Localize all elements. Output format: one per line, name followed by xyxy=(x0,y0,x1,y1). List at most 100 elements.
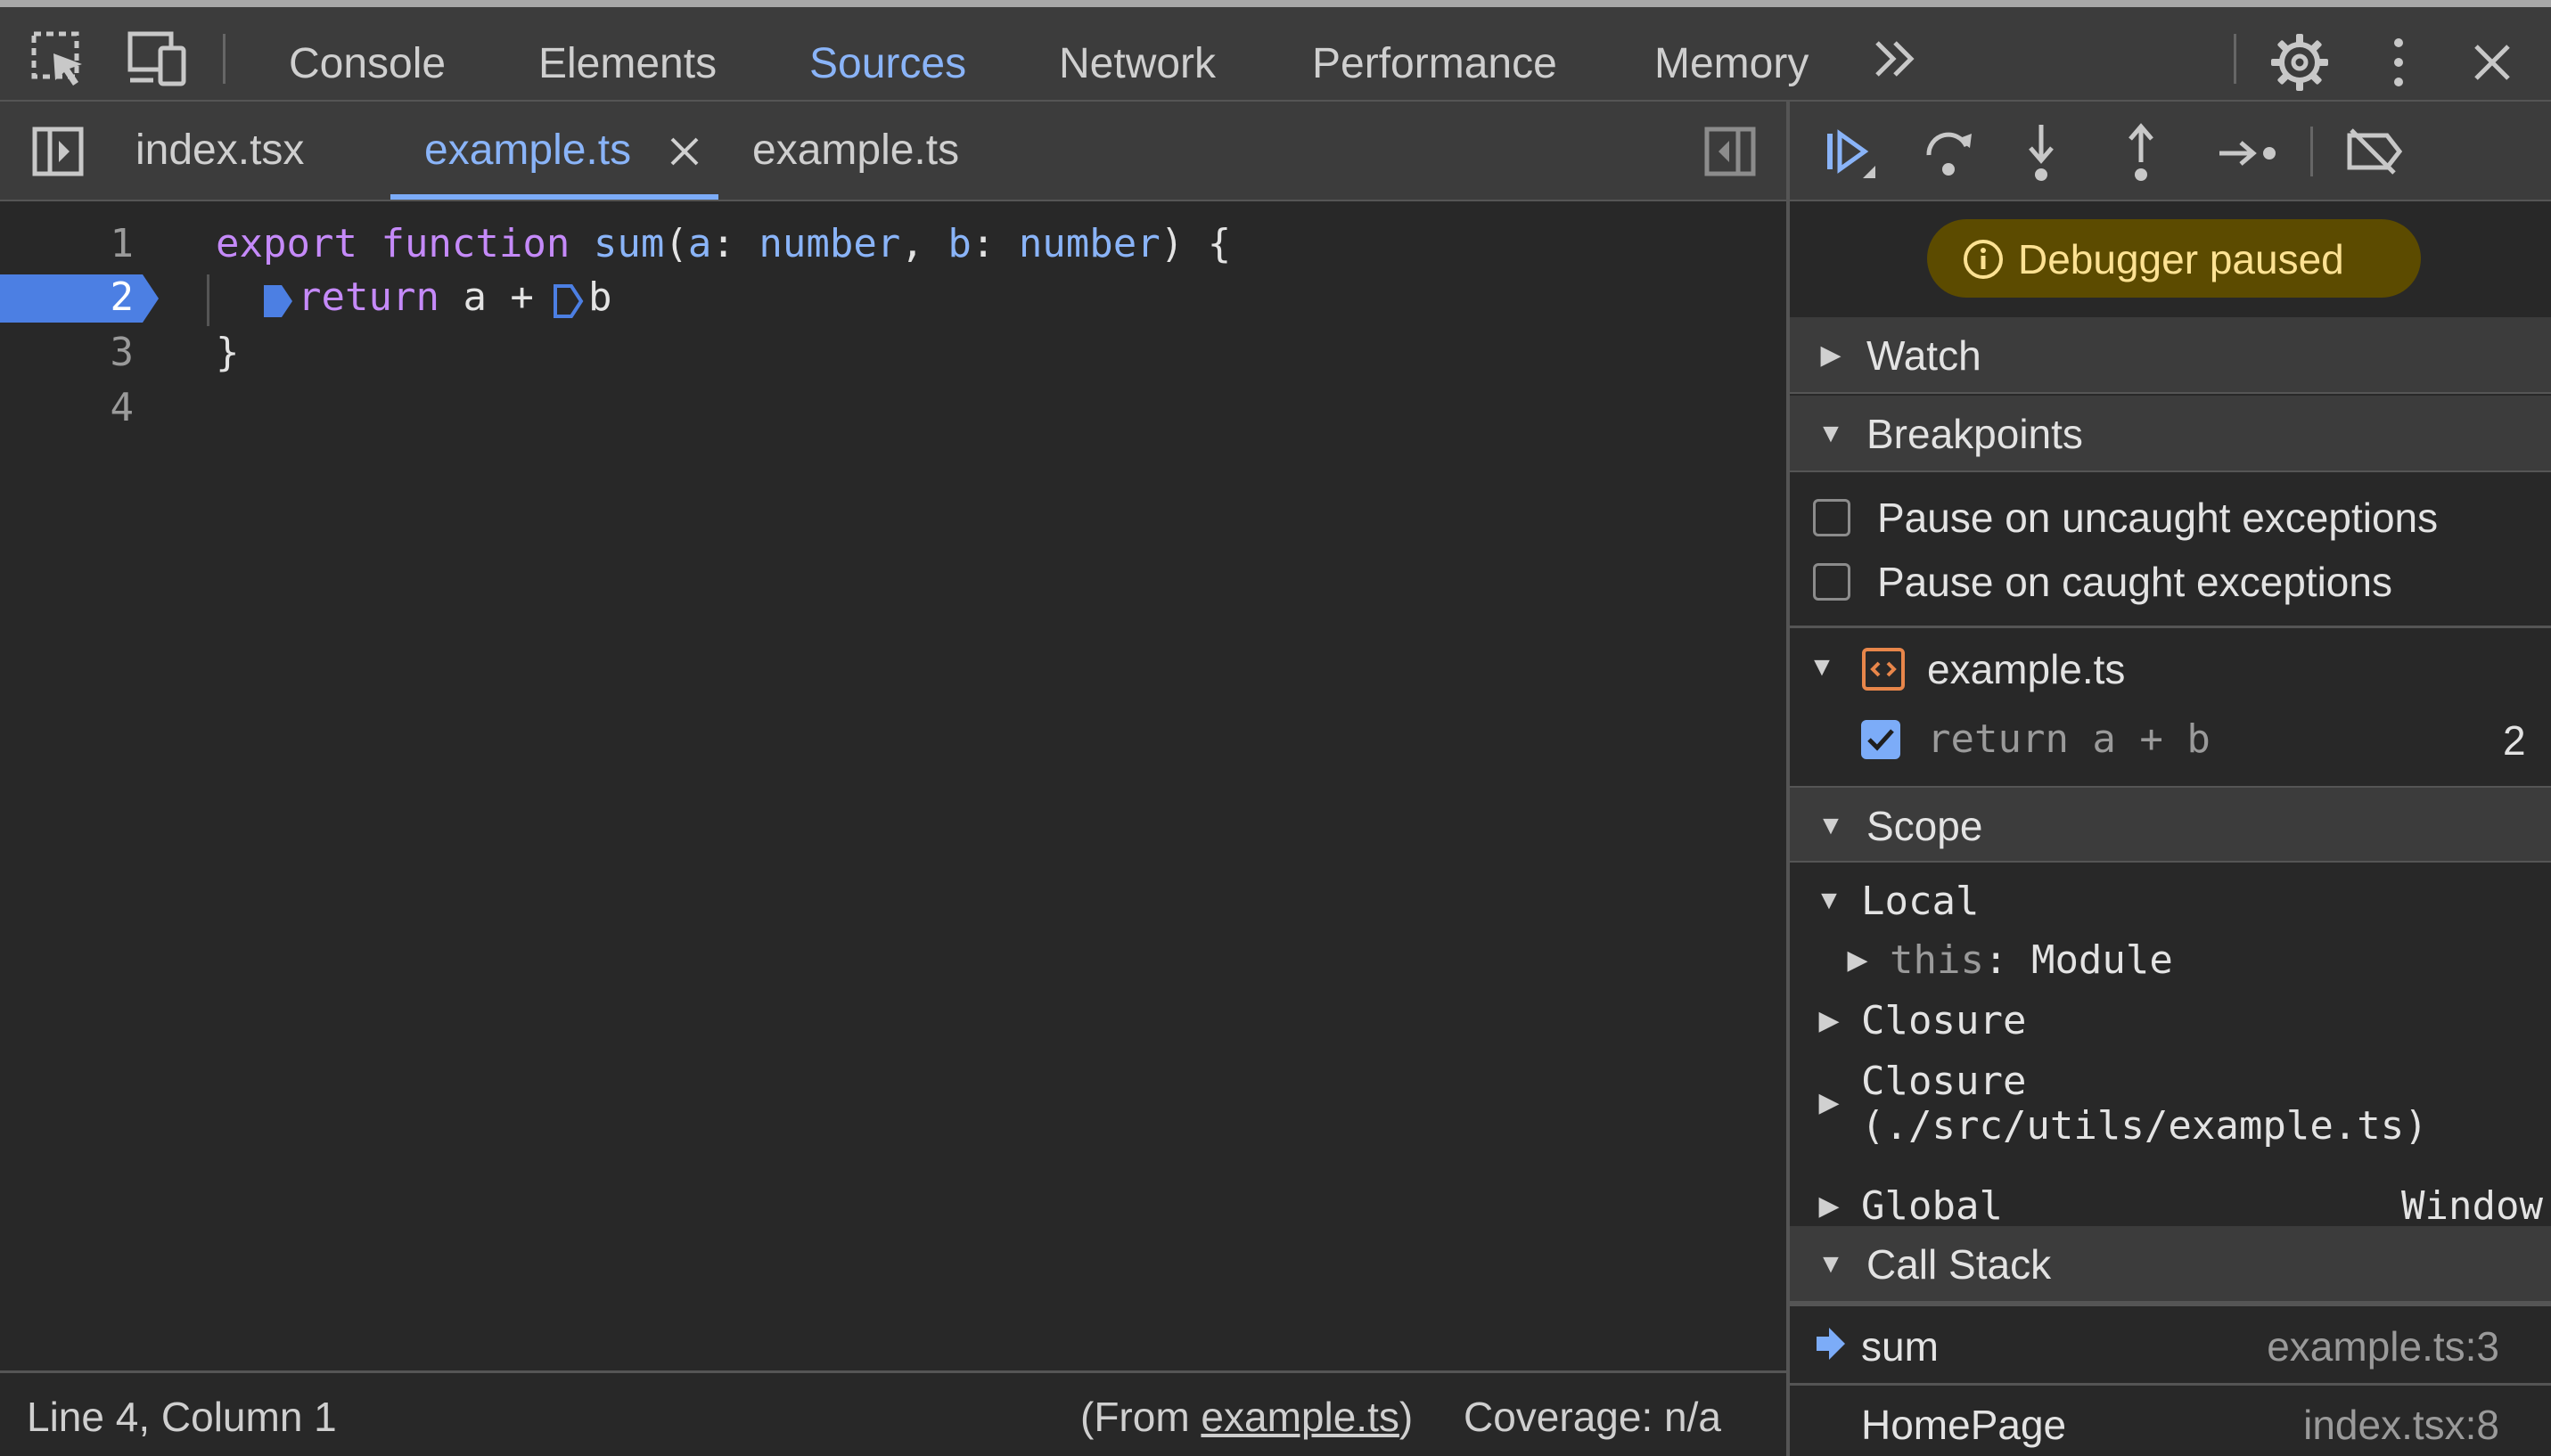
source-origin: (From example.ts) xyxy=(1080,1393,1413,1441)
line-number: 4 xyxy=(110,385,135,430)
call-frame-location[interactable]: index.tsx:8 xyxy=(2235,1401,2499,1449)
info-icon xyxy=(1963,239,2004,280)
debugger-sidebar: Debugger paused ▶ Watch ▼ Breakpoints Pa… xyxy=(1790,102,2551,1456)
toggle-debugger-icon[interactable] xyxy=(1704,127,1756,176)
resume-icon[interactable] xyxy=(1824,127,1879,182)
step-icon[interactable] xyxy=(2216,134,2280,173)
debugger-paused-badge: Debugger paused xyxy=(1927,219,2421,298)
function-name: sum xyxy=(593,221,665,266)
tab-performance[interactable]: Performance xyxy=(1312,14,1557,107)
divider xyxy=(1790,1383,2551,1386)
pause-uncaught-checkbox[interactable] xyxy=(1813,499,1850,536)
more-options-icon[interactable] xyxy=(2385,36,2412,89)
line-number: 1 xyxy=(110,221,135,266)
source-origin-link[interactable]: example.ts xyxy=(1201,1394,1399,1440)
collapse-triangle-icon[interactable]: ▼ xyxy=(1809,886,1849,916)
code-line-1: export function sum(a: number, b: number… xyxy=(216,221,1231,266)
step-out-icon[interactable] xyxy=(2123,121,2159,184)
type: number xyxy=(759,221,901,266)
breakpoint-code[interactable]: return a + b xyxy=(1927,716,2211,762)
punctuation: : xyxy=(971,221,996,266)
section-watch[interactable]: ▶ Watch xyxy=(1790,317,2551,394)
collapse-triangle-icon: ▼ xyxy=(1817,419,1844,448)
file-tab-index-tsx[interactable]: index.tsx xyxy=(135,102,304,200)
code-editor[interactable]: 1 2 3 4 export function sum(a: number, b… xyxy=(0,201,1786,1370)
expand-triangle-icon[interactable]: ▶ xyxy=(1809,1190,1849,1222)
section-breakpoints-label: Breakpoints xyxy=(1866,411,2083,457)
call-frame-location[interactable]: example.ts:3 xyxy=(2235,1322,2499,1370)
file-tab-example-ts-active[interactable]: example.ts xyxy=(424,102,631,200)
inline-breakpoint-icon[interactable] xyxy=(262,283,294,319)
scope-global[interactable]: Global xyxy=(1861,1183,2003,1229)
source-origin-prefix: (From xyxy=(1080,1394,1202,1440)
coverage-status: Coverage: n/a xyxy=(1464,1394,1721,1440)
toggle-navigator-icon[interactable] xyxy=(32,127,84,176)
settings-gear-icon[interactable] xyxy=(2269,32,2330,93)
collapse-triangle-icon[interactable]: ▼ xyxy=(1802,652,1841,683)
section-breakpoints[interactable]: ▼ Breakpoints xyxy=(1790,396,2551,472)
more-tabs-icon[interactable] xyxy=(1870,36,1924,82)
punctuation: : xyxy=(711,221,735,266)
param: a xyxy=(687,221,712,266)
tab-sources[interactable]: Sources xyxy=(809,14,966,107)
breakpoint-file-name[interactable]: example.ts xyxy=(1927,645,2125,693)
keyword: export xyxy=(216,221,357,266)
debugger-paused-label: Debugger paused xyxy=(2018,236,2344,282)
scope-closure[interactable]: Closure xyxy=(1861,998,2026,1043)
scope-this-key: this xyxy=(1890,937,1984,983)
pause-uncaught-label: Pause on uncaught exceptions xyxy=(1877,495,2439,541)
editor-tab-bar: index.tsx example.ts example.ts xyxy=(0,102,1786,201)
call-frame-name[interactable]: sum xyxy=(1861,1322,1939,1370)
keyword: return xyxy=(298,274,439,320)
breakpoint-line-number: 2 xyxy=(2503,717,2526,764)
current-frame-arrow-icon xyxy=(1813,1326,1849,1362)
status-bar: Line 4, Column 1 (From example.ts) Cover… xyxy=(0,1370,1786,1456)
controls-separator xyxy=(2310,127,2313,176)
indent-guide xyxy=(207,274,209,326)
scope-this[interactable]: this: Module xyxy=(1890,937,2173,983)
call-frame-name[interactable]: HomePage xyxy=(1861,1401,2066,1449)
active-file-indicator xyxy=(390,194,718,200)
section-watch-label: Watch xyxy=(1866,332,1981,379)
keyword: function xyxy=(381,221,570,266)
inspect-element-icon[interactable] xyxy=(27,27,91,91)
close-tab-icon[interactable] xyxy=(667,134,702,169)
device-toolbar-icon[interactable] xyxy=(127,29,191,89)
type: number xyxy=(1018,221,1161,266)
collapse-triangle-icon: ▼ xyxy=(1817,811,1844,840)
tab-memory[interactable]: Memory xyxy=(1654,14,1809,107)
toolbar-separator-right xyxy=(2234,34,2236,84)
tab-console[interactable]: Console xyxy=(289,14,446,107)
step-over-icon[interactable] xyxy=(1920,125,1979,180)
scope-global-value: Window xyxy=(2401,1183,2543,1229)
section-scope-label: Scope xyxy=(1866,803,1983,849)
expand-triangle-icon[interactable]: ▶ xyxy=(1809,1005,1849,1036)
pause-caught-label: Pause on caught exceptions xyxy=(1877,559,2392,605)
section-call-stack[interactable]: ▼ Call Stack xyxy=(1790,1226,2551,1306)
deactivate-breakpoints-icon[interactable] xyxy=(2346,128,2405,175)
scope-local[interactable]: Local xyxy=(1861,879,1979,924)
section-scope[interactable]: ▼ Scope xyxy=(1790,786,2551,863)
expand-triangle-icon[interactable]: ▶ xyxy=(1838,945,1877,976)
file-tab-example-ts[interactable]: example.ts xyxy=(752,102,959,200)
step-into-icon[interactable] xyxy=(2023,121,2059,184)
devtools-toolbar: Console Elements Sources Network Perform… xyxy=(0,0,2551,109)
divider xyxy=(1790,626,2551,628)
tab-elements[interactable]: Elements xyxy=(538,14,717,107)
line-number: 3 xyxy=(110,330,135,375)
expand-triangle-icon[interactable]: ▶ xyxy=(1809,1087,1849,1118)
punctuation: , xyxy=(900,221,924,266)
debugger-controls xyxy=(1790,102,2551,201)
breakpoint-enabled-checkbox[interactable] xyxy=(1861,720,1900,759)
section-call-stack-label: Call Stack xyxy=(1866,1241,2052,1288)
punctuation: ( xyxy=(664,221,688,266)
pause-caught-checkbox[interactable] xyxy=(1813,563,1850,601)
close-icon[interactable] xyxy=(2471,41,2514,84)
inline-breakpoint-inactive-icon[interactable] xyxy=(553,283,585,319)
punctuation: ) { xyxy=(1160,221,1232,266)
code-line-2: return a + xyxy=(298,274,557,320)
collapse-triangle-icon: ▼ xyxy=(1817,1249,1844,1279)
tab-network[interactable]: Network xyxy=(1059,14,1216,107)
file-code-icon xyxy=(1861,647,1906,691)
scope-closure-module[interactable]: Closure xyxy=(1861,1059,2026,1104)
